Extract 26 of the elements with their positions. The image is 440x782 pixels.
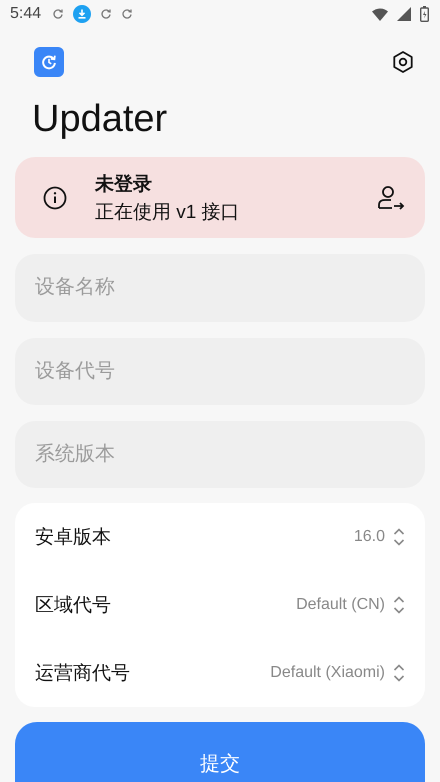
app-title: Updater [32, 97, 168, 142]
info-icon [43, 186, 67, 210]
settings-icon[interactable] [391, 50, 415, 74]
status-time: 5:44 [10, 5, 42, 23]
api-version-text: 正在使用 v1 接口 [95, 200, 241, 225]
selector-row[interactable]: 运营商代号 Default (Xiaomi) [35, 639, 405, 708]
wifi-icon [372, 8, 388, 20]
download-icon [73, 5, 92, 23]
selector-row[interactable]: 安卓版本 16.0 [35, 503, 405, 572]
selector-row[interactable]: 区域代号 Default (CN) [35, 571, 405, 640]
signal-icon [397, 7, 411, 21]
input-field[interactable]: 系统版本 [15, 420, 425, 488]
up-down-icon [393, 595, 405, 616]
up-down-icon [393, 527, 405, 548]
sync-icon [121, 8, 134, 20]
app-icon [34, 47, 64, 78]
sync-icon [52, 8, 64, 20]
login-status: 未登录 [95, 172, 153, 197]
battery-icon [420, 6, 429, 22]
input-field[interactable]: 设备名称 [15, 254, 425, 322]
input-field[interactable]: 设备代号 [15, 338, 425, 405]
submit-button[interactable]: 提交 [15, 722, 425, 782]
up-down-icon [393, 663, 405, 684]
login-card[interactable]: 未登录 正在使用 v1 接口 [15, 157, 425, 238]
user-arrow-icon[interactable] [377, 184, 405, 211]
sync-icon [100, 8, 112, 20]
